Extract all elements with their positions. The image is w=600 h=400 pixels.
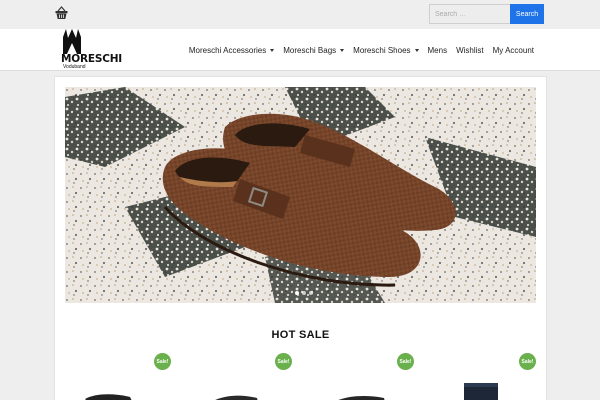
sale-badge: Sale!: [154, 353, 171, 370]
search-input[interactable]: [429, 4, 511, 24]
top-bar: Search: [0, 0, 600, 29]
product-image[interactable]: [80, 377, 140, 400]
nav-item-label: My Account: [492, 45, 534, 55]
hero-slider[interactable]: [65, 87, 536, 303]
nav-item-my-account[interactable]: My Account: [493, 46, 534, 55]
nav-item-label: Moreschi Shoes: [353, 45, 411, 55]
slider-dot[interactable]: [295, 291, 299, 295]
slider-dots: [295, 291, 316, 295]
slider-dot[interactable]: [302, 291, 306, 295]
search-button[interactable]: Search: [510, 4, 544, 24]
sale-badge: Sale!: [275, 353, 292, 370]
sale-badge: Sale!: [519, 353, 536, 370]
shopping-basket-icon[interactable]: [55, 6, 68, 20]
logo-subtitle: Voduband: [63, 64, 86, 70]
main-nav: Moreschi Accessories Moreschi Bags Mores…: [189, 29, 534, 71]
logo-mark-icon: [63, 29, 81, 54]
product-image[interactable]: [460, 377, 500, 400]
nav-item-shoes[interactable]: Moreschi Shoes: [353, 45, 419, 55]
nav-item-mens[interactable]: Mens: [428, 46, 448, 55]
nav-item-label: Moreschi Accessories: [188, 45, 267, 55]
nav-item-label: Mens: [427, 45, 448, 55]
sale-badge: Sale!: [397, 353, 414, 370]
product-image[interactable]: [330, 377, 390, 400]
nav-item-label: Moreschi Bags: [283, 45, 337, 55]
site-header: MORESCHI Voduband Moreschi Accessories M…: [0, 29, 600, 71]
content-card: HOT SALE Sale! Sale! Sale! Sale!: [54, 76, 547, 400]
hot-sale-title: HOT SALE: [271, 329, 330, 341]
nav-item-wishlist[interactable]: Wishlist: [456, 46, 484, 55]
nav-item-accessories[interactable]: Moreschi Accessories: [188, 45, 275, 55]
chevron-down-icon: [270, 48, 275, 52]
slider-dot[interactable]: [309, 291, 313, 295]
chevron-down-icon: [340, 48, 345, 52]
chevron-down-icon: [414, 48, 419, 52]
nav-item-bags[interactable]: Moreschi Bags: [283, 45, 345, 55]
product-image[interactable]: [205, 377, 265, 400]
nav-item-label: Wishlist: [456, 45, 484, 55]
moreschi-logo[interactable]: MORESCHI Voduband: [61, 29, 157, 71]
hero-image: [65, 87, 536, 303]
